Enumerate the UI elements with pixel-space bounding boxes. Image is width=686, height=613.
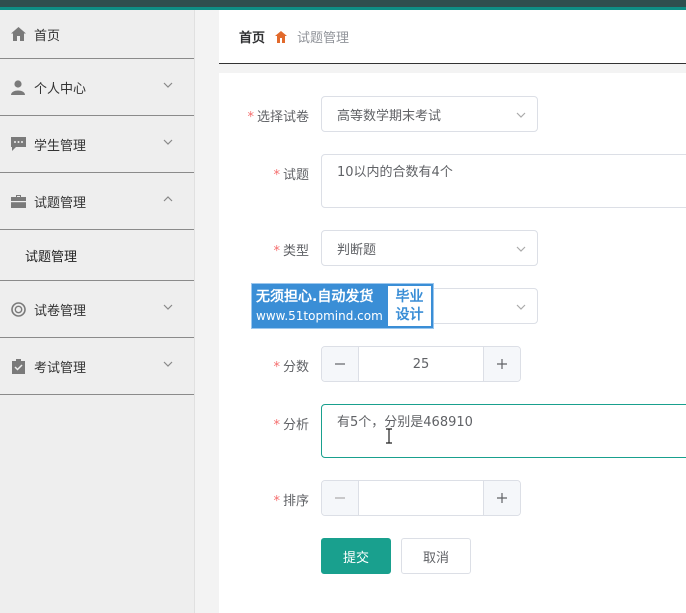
sidebar: 首页 个人中心 学生管理 试题管理 试题管理 试卷管理 考试管理 xyxy=(0,10,195,613)
watermark-line2: www.51topmind.com xyxy=(256,309,383,323)
decrement-button[interactable] xyxy=(322,347,359,381)
type-label: * 类型 xyxy=(273,244,309,259)
form-row-question: * 试题 10以内的合数有4个 xyxy=(219,154,686,208)
chat-icon xyxy=(10,136,26,152)
sidebar-item-label: 首页 xyxy=(34,28,61,44)
paper-select[interactable]: 高等数学期末考试 xyxy=(321,96,538,132)
sidebar-item-personal[interactable]: 个人中心 xyxy=(0,59,194,116)
increment-button[interactable] xyxy=(483,347,520,381)
form-row-analysis: * 分析 有5个，分别是468910 xyxy=(219,404,686,458)
form-row-order: * 排序 xyxy=(219,480,686,516)
sidebar-item-label: 学生管理 xyxy=(34,138,87,154)
plus-icon xyxy=(497,493,507,503)
order-label: * 排序 xyxy=(273,494,309,509)
home-separator-icon xyxy=(275,30,288,43)
sidebar-subitem-question-management[interactable]: 试题管理 xyxy=(0,230,194,281)
type-select[interactable]: 判断题 xyxy=(321,230,538,266)
text-cursor-icon xyxy=(385,428,393,444)
top-bar xyxy=(0,0,686,10)
paper-select-value: 高等数学期末考试 xyxy=(337,108,442,124)
decrement-button[interactable] xyxy=(322,481,359,515)
paper-label: * 选择试卷 xyxy=(247,110,309,125)
cancel-button[interactable]: 取消 xyxy=(401,538,471,574)
sidebar-item-papers[interactable]: 试卷管理 xyxy=(0,281,194,338)
question-label: * 试题 xyxy=(273,168,309,183)
submit-button[interactable]: 提交 xyxy=(321,538,391,574)
home-icon xyxy=(10,26,26,42)
watermark-right2: 设计 xyxy=(395,307,424,323)
chevron-down-icon xyxy=(515,301,527,313)
question-form: *选择试卷 高等数学期末考试 *试题 10以内的合数有4个 *类型 判断题 xyxy=(219,73,686,613)
type-select-value: 判断题 xyxy=(337,242,377,258)
breadcrumb-current: 试题管理 xyxy=(297,31,350,46)
form-actions: 提交 取消 xyxy=(219,538,686,574)
form-row-type: * 类型 判断题 xyxy=(219,230,686,266)
sidebar-subitem-label: 试题管理 xyxy=(25,249,78,265)
sidebar-item-exams[interactable]: 考试管理 xyxy=(0,338,194,395)
user-icon xyxy=(10,79,26,95)
minus-icon xyxy=(335,363,345,365)
score-stepper: 25 xyxy=(321,346,521,382)
score-value[interactable]: 25 xyxy=(359,347,483,381)
watermark-banner: 无须担心.自动发货 www.51topmind.com 毕业 设计 xyxy=(251,283,434,329)
chevron-down-icon xyxy=(162,79,174,91)
chevron-down-icon xyxy=(162,358,174,370)
briefcase-icon xyxy=(10,193,26,209)
order-stepper xyxy=(321,480,521,516)
order-value[interactable] xyxy=(359,481,483,515)
analysis-textarea[interactable]: 有5个，分别是468910 xyxy=(321,404,686,458)
chevron-down-icon xyxy=(162,301,174,313)
analysis-label: * 分析 xyxy=(273,418,309,433)
chevron-up-icon xyxy=(162,193,174,205)
chevron-down-icon xyxy=(515,243,527,255)
minus-icon xyxy=(335,497,345,499)
sidebar-item-label: 考试管理 xyxy=(34,360,87,376)
breadcrumb-home[interactable]: 首页 xyxy=(239,27,265,46)
sidebar-item-questions[interactable]: 试题管理 xyxy=(0,173,194,230)
sidebar-item-label: 个人中心 xyxy=(34,81,87,97)
question-textarea[interactable]: 10以内的合数有4个 xyxy=(321,154,686,208)
form-row-score: * 分数 25 xyxy=(219,346,686,382)
increment-button[interactable] xyxy=(483,481,520,515)
sidebar-item-students[interactable]: 学生管理 xyxy=(0,116,194,173)
watermark-right1: 毕业 xyxy=(395,289,424,305)
sidebar-item-home[interactable]: 首页 xyxy=(0,10,194,59)
score-label: * 分数 xyxy=(273,360,309,375)
watermark-line1: 无须担心.自动发货 xyxy=(256,289,374,305)
sidebar-item-label: 试题管理 xyxy=(34,195,87,211)
clipboard-icon xyxy=(10,358,26,374)
form-row-paper: * 选择试卷 高等数学期末考试 xyxy=(219,96,686,132)
breadcrumb: 首页 试题管理 xyxy=(219,10,686,64)
chevron-down-icon xyxy=(162,136,174,148)
sidebar-item-label: 试卷管理 xyxy=(34,303,87,319)
ring-icon xyxy=(10,301,26,317)
plus-icon xyxy=(497,359,507,369)
chevron-down-icon xyxy=(515,109,527,121)
